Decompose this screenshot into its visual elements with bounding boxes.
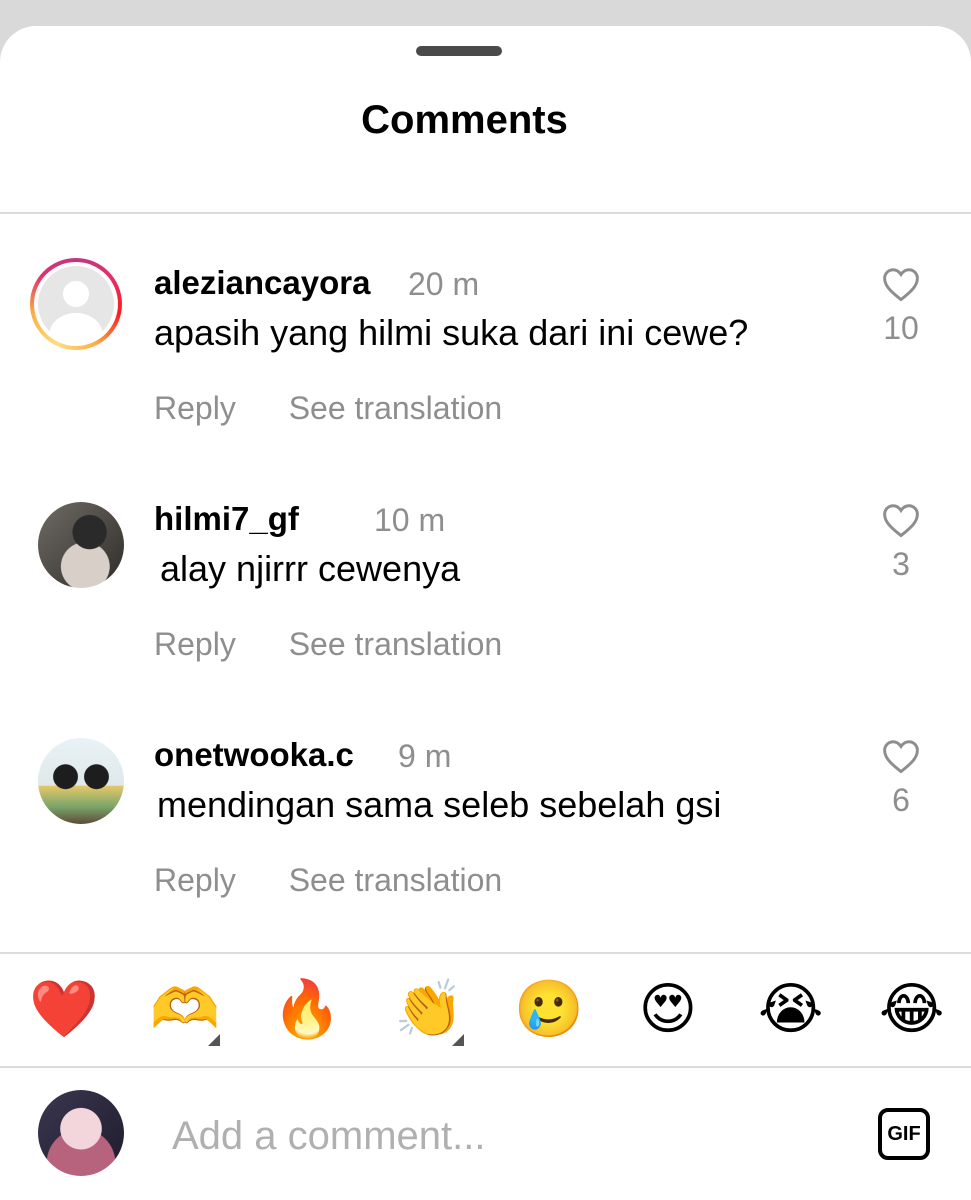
clapping-hands-emoji-icon[interactable]: 👏 [394, 978, 464, 1046]
fire-emoji-icon[interactable]: 🔥 [272, 978, 342, 1042]
variants-indicator-icon [208, 1034, 220, 1046]
comment-item: aleziancayora 20 m apasih yang hilmi suk… [0, 258, 971, 446]
see-translation-button[interactable]: See translation [289, 862, 502, 898]
comment-composer: GIF [0, 1070, 971, 1200]
comment-input[interactable] [172, 1110, 832, 1162]
story-ring[interactable] [30, 258, 122, 350]
composer-divider [0, 1066, 971, 1068]
face-holding-back-tears-emoji-icon[interactable]: 🥲 [514, 978, 584, 1042]
comment-time: 9 m [398, 738, 452, 774]
default-avatar-icon [38, 266, 114, 342]
comment-text: mendingan sama seleb sebelah gsi [157, 784, 722, 825]
heart-eyes-emoji-icon[interactable]: 😍 [636, 978, 700, 1042]
current-user-avatar [38, 1090, 124, 1176]
user-avatar[interactable] [38, 738, 124, 824]
like-count: 6 [892, 782, 910, 818]
loudly-crying-emoji-icon[interactable]: 😭 [758, 978, 823, 1042]
gif-button[interactable]: GIF [878, 1108, 930, 1160]
comment-actions: Reply See translation [154, 862, 546, 899]
comment-time: 10 m [374, 502, 446, 538]
heart-hands-emoji-icon[interactable]: 🫶 [150, 978, 220, 1046]
reply-button[interactable]: Reply [154, 626, 236, 662]
comments-sheet: Comments aleziancayora 20 m apasih yang … [0, 26, 971, 1200]
comment-text: alay njirrr cewenya [160, 548, 461, 589]
comment-item: onetwooka.c 9 m mendingan sama seleb seb… [0, 736, 971, 918]
header-divider [0, 212, 971, 214]
see-translation-button[interactable]: See translation [289, 626, 502, 662]
like-count: 10 [883, 310, 919, 346]
heart-outline-icon [883, 504, 919, 538]
heart-outline-icon [883, 740, 919, 774]
like-button[interactable]: 3 [876, 502, 926, 583]
comment-username[interactable]: aleziancayora [154, 264, 370, 302]
tears-of-joy-emoji-icon[interactable]: 😂 [879, 978, 944, 1042]
heart-outline-icon [883, 268, 919, 302]
comment-item: hilmi7_gf 10 m alay njirrr cewenya Reply… [0, 500, 971, 682]
red-heart-emoji-icon[interactable]: ❤️ [29, 978, 99, 1042]
see-translation-button[interactable]: See translation [289, 390, 502, 426]
variants-indicator-icon [452, 1034, 464, 1046]
reactions-divider [0, 952, 971, 954]
quick-reactions-bar: ❤️ 🫶 🔥 👏 🥲 😍 😭 😂 [0, 956, 971, 1066]
comment-actions: Reply See translation [154, 626, 546, 663]
like-button[interactable]: 6 [876, 738, 926, 819]
comment-username[interactable]: hilmi7_gf [154, 500, 299, 538]
like-button[interactable]: 10 [876, 266, 926, 347]
comment-time: 20 m [408, 266, 480, 302]
like-count: 3 [892, 546, 910, 582]
comment-username[interactable]: onetwooka.c [154, 736, 354, 774]
heart-hands-glyph: 🫶 [150, 977, 220, 1042]
user-avatar[interactable] [38, 502, 124, 588]
drag-handle[interactable] [416, 46, 502, 56]
reply-button[interactable]: Reply [154, 862, 236, 898]
comment-actions: Reply See translation [154, 390, 546, 427]
clapping-hands-glyph: 👏 [394, 977, 464, 1042]
reply-button[interactable]: Reply [154, 390, 236, 426]
sheet-title: Comments [361, 98, 568, 142]
comment-text: apasih yang hilmi suka dari ini cewe? [154, 312, 749, 353]
